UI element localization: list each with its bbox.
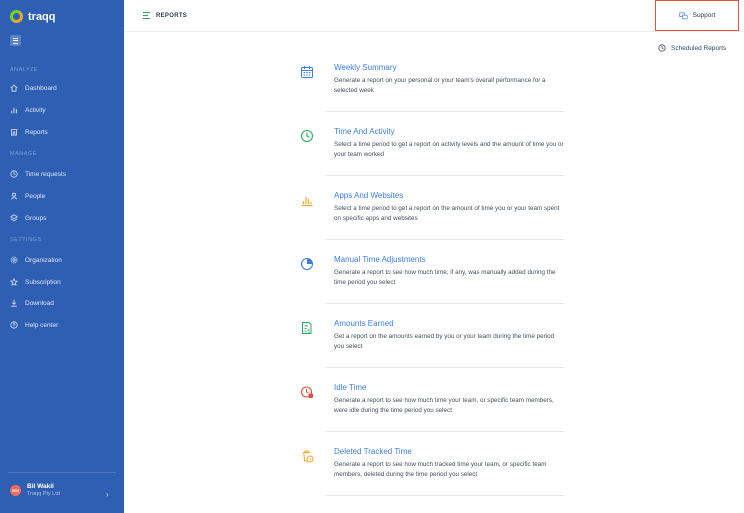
sidebar-item-label: Subscription [25, 278, 61, 286]
sidebar-item-help-center[interactable]: Help center [10, 321, 58, 329]
star-icon [10, 278, 18, 286]
traqq-logo-icon [10, 10, 23, 23]
report-divider [326, 431, 564, 432]
sidebar-item-label: People [25, 192, 46, 200]
section-title-analyze: ANALYZE [10, 67, 39, 73]
report-title[interactable]: Amounts Earned [334, 319, 394, 328]
top-bar: REPORTS [124, 0, 744, 32]
sidebar-item-groups[interactable]: Groups [10, 214, 46, 222]
page-title: REPORTS [143, 12, 187, 19]
report-title[interactable]: Deleted Tracked Time [334, 447, 412, 456]
sidebar-item-activity[interactable]: Activity [10, 106, 46, 114]
report-title[interactable]: Time And Activity [334, 127, 395, 136]
idle-clock-icon [300, 386, 313, 398]
svg-text:$: $ [307, 329, 310, 335]
sidebar-item-label: Help center [25, 321, 59, 329]
home-icon [10, 84, 18, 92]
report-description: Generate a report to see how much time y… [334, 397, 554, 414]
report-title[interactable]: Manual Time Adjustments [334, 255, 426, 264]
user-organization: Traqq Pty Ltd [27, 491, 60, 497]
money-document-icon: $ [302, 322, 312, 335]
deleted-time-icon [303, 450, 314, 463]
brand-name: traqq [28, 10, 56, 23]
report-divider [326, 111, 564, 112]
report-divider [326, 239, 564, 240]
reports-icon [10, 128, 18, 136]
sidebar-item-label: Organization [25, 256, 62, 264]
page-title-text: REPORTS [156, 12, 188, 19]
section-title-settings: SETTINGS [10, 237, 42, 243]
people-icon [10, 192, 18, 200]
user-profile[interactable]: BW Bil Wakil Traqq Pty Ltd [10, 483, 60, 497]
sidebar-item-reports[interactable]: Reports [10, 128, 48, 136]
reports-menu-icon [143, 12, 150, 19]
sidebar-item-subscription[interactable]: Subscription [10, 278, 61, 286]
help-icon [10, 321, 18, 329]
report-description: Select a time period to get a report on … [334, 141, 564, 158]
sidebar-item-time-requests[interactable]: Time requests [10, 170, 66, 178]
clock-icon [300, 129, 314, 143]
chevron-right-icon[interactable]: › [106, 490, 109, 499]
report-description: Generate a report on your personal or yo… [334, 77, 546, 94]
sidebar-item-label: Time requests [25, 170, 66, 178]
sidebar: traqq ANALYZE Dashboard Activity Reports… [0, 0, 124, 513]
sidebar-item-organization[interactable]: Organization [10, 256, 62, 264]
sidebar-item-label: Groups [25, 214, 47, 222]
sidebar-divider [8, 472, 116, 473]
report-title[interactable]: Apps And Websites [334, 191, 403, 200]
sidebar-item-label: Reports [25, 128, 48, 136]
report-divider [326, 367, 564, 368]
download-icon [10, 299, 18, 307]
clock-icon [10, 170, 18, 178]
report-description: Generate a report to see how much tracke… [334, 461, 547, 478]
pie-chart-icon [300, 257, 314, 271]
scheduled-reports-label: Scheduled Reports [671, 44, 727, 52]
support-button[interactable]: Support [655, 0, 739, 31]
bar-chart-icon [302, 197, 313, 207]
section-title-manage: MANAGE [10, 151, 37, 157]
scheduled-clock-icon [658, 44, 666, 52]
support-chat-icon [678, 12, 688, 19]
report-divider [326, 303, 564, 304]
sidebar-item-label: Activity [25, 106, 46, 114]
report-title[interactable]: Idle Time [334, 383, 366, 392]
report-description: Generate a report to see how much time, … [334, 269, 556, 286]
report-description: Select a time period to get a report on … [334, 205, 560, 222]
report-divider [326, 495, 564, 496]
bar-chart-icon [10, 106, 18, 114]
sidebar-item-label: Download [25, 299, 54, 307]
report-description: Get a report on the amounts earned by yo… [334, 333, 555, 350]
scheduled-reports-link[interactable]: Scheduled Reports [658, 44, 726, 52]
sidebar-item-label: Dashboard [25, 84, 57, 92]
report-title[interactable]: Weekly Summary [334, 63, 397, 72]
sidebar-item-dashboard[interactable]: Dashboard [10, 84, 57, 92]
menu-toggle-button[interactable] [10, 35, 21, 46]
sidebar-item-people[interactable]: People [10, 192, 45, 200]
calendar-icon [301, 66, 313, 78]
support-label: Support [692, 12, 716, 19]
report-divider [326, 175, 564, 176]
user-name: Bil Wakil [27, 483, 54, 490]
brand-logo[interactable]: traqq [10, 10, 56, 23]
sidebar-item-download[interactable]: Download [10, 299, 54, 307]
groups-icon [10, 214, 18, 222]
gear-icon [10, 256, 18, 264]
avatar: BW [10, 484, 21, 496]
